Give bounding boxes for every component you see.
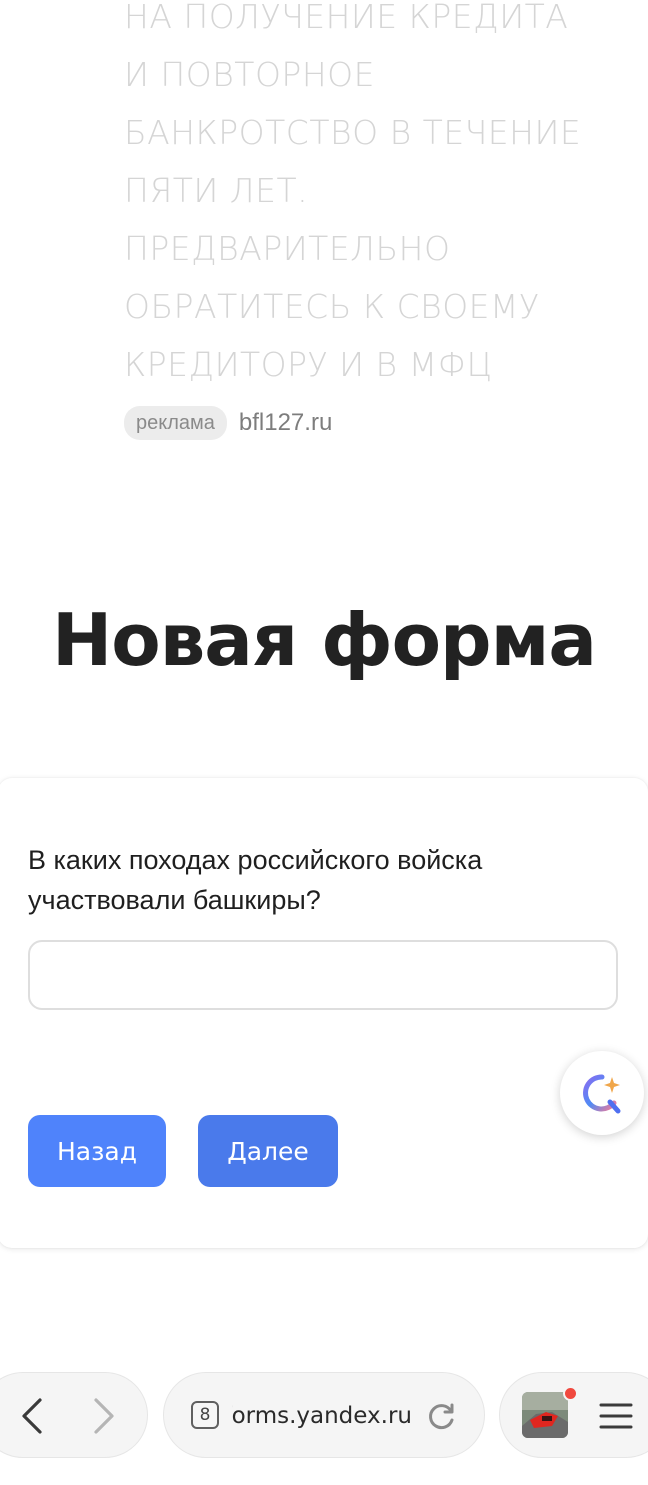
tab-thumbnail[interactable] (522, 1392, 568, 1438)
ad-badge: реклама (124, 406, 227, 440)
reload-icon (429, 1403, 454, 1430)
ai-assistant-icon (583, 1074, 621, 1114)
ai-assistant-button[interactable] (560, 1051, 644, 1135)
chevron-left-icon (22, 1398, 42, 1434)
url-value: forms.yandex.ru (232, 1403, 412, 1429)
ad-text[interactable]: НА ПОЛУЧЕНИЕ КРЕДИТА И ПОВТОРНОЕ БАНКРОТ… (124, 0, 604, 394)
forward-nav-button[interactable] (86, 1396, 122, 1436)
page-title: Новая форма (51, 598, 597, 682)
answer-input[interactable] (28, 940, 618, 1010)
menu-button[interactable] (596, 1396, 636, 1436)
tab-count-badge[interactable]: 8 (191, 1401, 219, 1429)
notification-dot (563, 1386, 578, 1401)
url-text[interactable]: forms.yandex.ru (232, 1396, 412, 1436)
back-nav-button[interactable] (14, 1396, 50, 1436)
back-button[interactable]: Назад (28, 1115, 166, 1187)
question-label: В каких походах российского войска участ… (28, 845, 483, 915)
hamburger-menu-icon (599, 1403, 633, 1429)
ad-meta: реклама bfl127.ru (124, 404, 332, 442)
form-card: В каких походах российского войска участ… (0, 778, 648, 1248)
chevron-right-icon (94, 1398, 114, 1434)
tab-preview-image (522, 1392, 568, 1438)
reload-button[interactable] (422, 1396, 460, 1436)
advertisement-block[interactable]: НА ПОЛУЧЕНИЕ КРЕДИТА И ПОВТОРНОЕ БАНКРОТ… (0, 0, 648, 480)
next-button[interactable]: Далее (198, 1115, 338, 1187)
ad-domain-link[interactable]: bfl127.ru (239, 409, 332, 437)
